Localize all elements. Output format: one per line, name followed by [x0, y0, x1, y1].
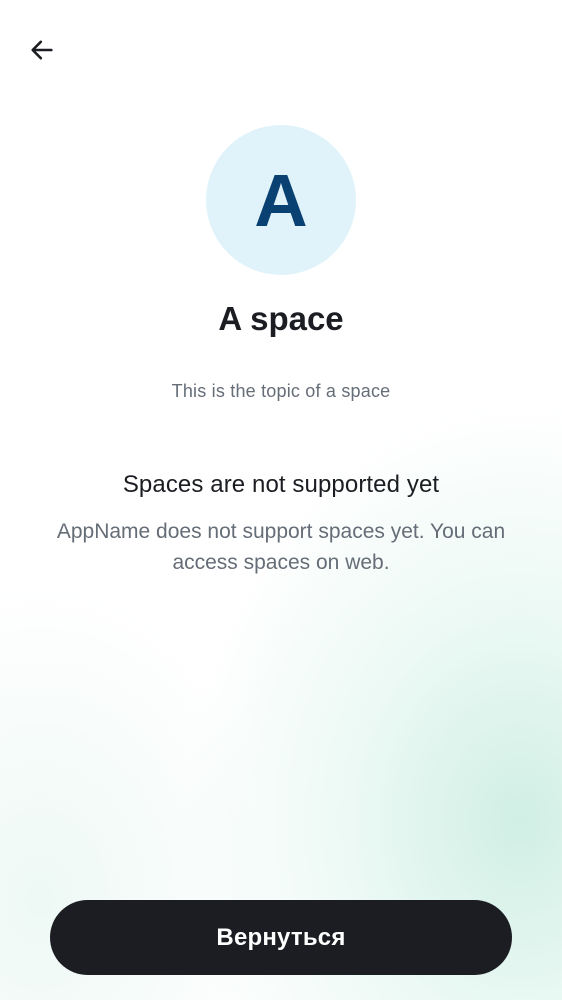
space-topic: This is the topic of a space	[171, 381, 391, 401]
space-unsupported-screen: A A space This is the topic of a space S…	[0, 0, 562, 1000]
space-name: A space	[218, 300, 344, 337]
go-back-button[interactable]: Вернуться	[50, 900, 512, 975]
avatar-initial: A	[254, 159, 308, 242]
space-avatar: A	[206, 125, 356, 275]
back-button[interactable]	[20, 28, 64, 72]
notice-title: Spaces are not supported yet	[122, 471, 440, 498]
notice-body: AppName does not support spaces yet. You…	[56, 520, 506, 574]
go-back-button-label: Вернуться	[216, 923, 346, 951]
arrow-left-icon	[31, 40, 53, 60]
